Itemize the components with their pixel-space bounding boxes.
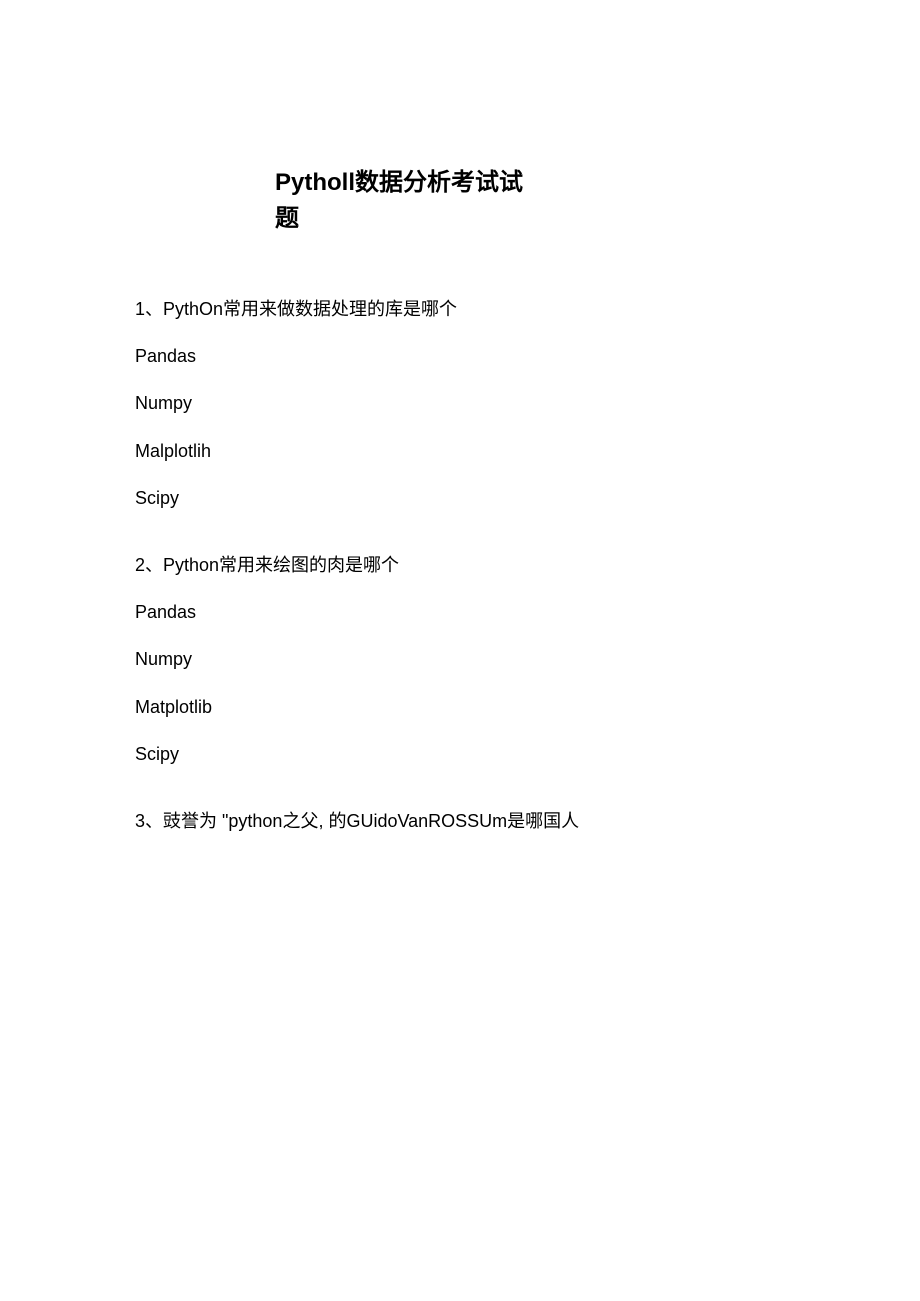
- question-2-option-d: Scipy: [135, 742, 785, 767]
- question-2-option-a: Pandas: [135, 600, 785, 625]
- title-line-2: 题: [275, 201, 785, 237]
- question-3-text: 3、豉誉为 "python之父, 的GUidoVanROSSUm是哪国人: [135, 809, 785, 834]
- question-2-option-c: Matplotlib: [135, 695, 785, 720]
- question-3: 3、豉誉为 "python之父, 的GUidoVanROSSUm是哪国人: [135, 809, 785, 834]
- question-1-option-c: Malplotlih: [135, 439, 785, 464]
- question-2-text: 2、Python常用来绘图的肉是哪个: [135, 553, 785, 578]
- question-1: 1、PythOn常用来做数据处理的库是哪个 Pandas Numpy Malpl…: [135, 297, 785, 511]
- question-2: 2、Python常用来绘图的肉是哪个 Pandas Numpy Matplotl…: [135, 553, 785, 767]
- question-1-text: 1、PythOn常用来做数据处理的库是哪个: [135, 297, 785, 322]
- document-page: Pytholl数据分析考试试 题 1、PythOn常用来做数据处理的库是哪个 P…: [0, 0, 920, 834]
- question-2-option-b: Numpy: [135, 647, 785, 672]
- title-line-1: Pytholl数据分析考试试: [275, 165, 785, 201]
- document-title: Pytholl数据分析考试试 题: [275, 165, 785, 237]
- question-1-option-a: Pandas: [135, 344, 785, 369]
- question-1-option-b: Numpy: [135, 391, 785, 416]
- question-1-option-d: Scipy: [135, 486, 785, 511]
